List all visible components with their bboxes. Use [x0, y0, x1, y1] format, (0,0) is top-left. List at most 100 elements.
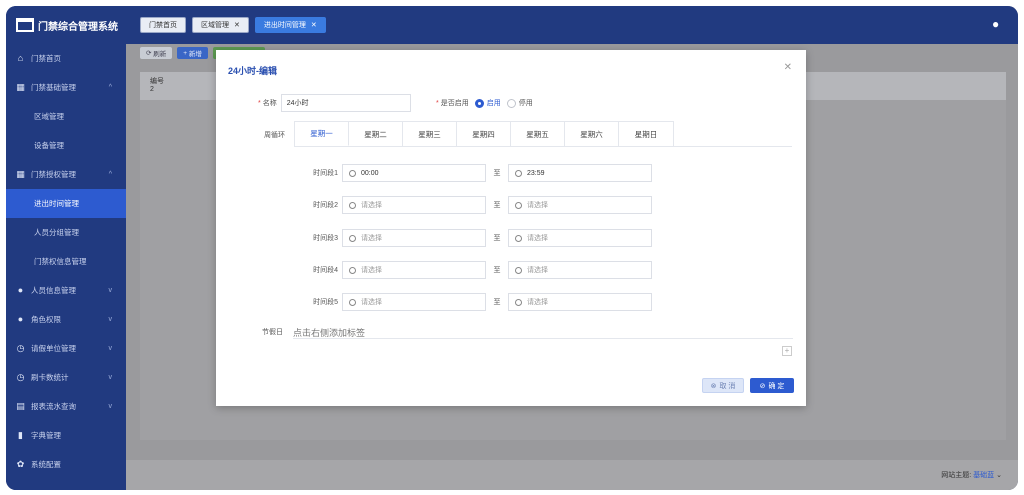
radio-enable-label[interactable]: 启用 [487, 98, 501, 108]
theme-label: 网站主题: [941, 472, 972, 479]
sidebar-item-basic[interactable]: ▦ 门禁基础管理 ^ [6, 73, 126, 102]
radio-enable[interactable] [474, 98, 484, 108]
end-time-picker[interactable]: 23:59 [508, 164, 652, 182]
sidebar-item-report[interactable]: ▤ 报表流水查询 v [6, 392, 126, 421]
cycle-label: 周循环 [264, 132, 285, 139]
start-time-picker[interactable]: 请选择 [342, 293, 486, 311]
to-label: 至 [493, 202, 501, 209]
radio-disable[interactable] [506, 98, 516, 108]
sidebar-item-label: 刷卡数统计 [31, 373, 69, 382]
tab-friday[interactable]: 星期五 [511, 122, 565, 146]
theme-switcher[interactable]: 网站主题: 基础蓝 ⌄ [941, 470, 1002, 480]
start-time-picker[interactable]: 00:00 [342, 164, 486, 182]
theme-value[interactable]: 基础蓝 [973, 472, 994, 479]
chevron-down-icon: v [108, 403, 113, 410]
sidebar-item-label: 系统配置 [31, 460, 61, 469]
sidebar-item-leave[interactable]: ◷ 请假单位管理 v [6, 334, 126, 363]
period-row-4: 时间段4 请选择 至 请选择 [302, 261, 652, 279]
holiday-label: 节假日 [262, 329, 283, 336]
tab-home[interactable]: 门禁首页 [140, 17, 186, 33]
divider [293, 338, 793, 339]
chevron-up-icon: ^ [108, 171, 112, 178]
sidebar: 门禁综合管理系统 ⌂ 门禁首页 ▦ 门禁基础管理 ^ 区域管理 设备管理 ▦ 门禁授权管… [6, 6, 126, 490]
sidebar-item-label: 区域管理 [34, 112, 64, 121]
end-time-picker[interactable]: 请选择 [508, 261, 652, 279]
required-mark: * [436, 99, 439, 107]
tab-area[interactable]: 区域管理 ✕ [192, 17, 249, 33]
start-time-value: 请选择 [361, 299, 382, 306]
clock-icon [349, 201, 356, 209]
period-row-1: 时间段1 00:00 至 23:59 [302, 164, 652, 182]
name-field[interactable]: 24小时 [280, 94, 411, 112]
gear-icon: ✿ [16, 459, 25, 469]
tab-sunday[interactable]: 星期日 [619, 122, 673, 146]
add-tag-button[interactable]: + [782, 346, 792, 356]
period-label: 时间段2 [313, 202, 338, 209]
sidebar-item-group[interactable]: 人员分组管理 [6, 218, 126, 247]
cancel-button[interactable]: ⊗ 取 消 [702, 378, 744, 393]
tab-saturday[interactable]: 星期六 [565, 122, 619, 146]
sidebar-item-label: 报表流水查询 [31, 402, 76, 411]
tab-tuesday[interactable]: 星期二 [349, 122, 403, 146]
start-time-picker[interactable]: 请选择 [342, 261, 486, 279]
chart-icon: ▤ [16, 401, 25, 411]
home-icon: ⌂ [17, 53, 24, 63]
start-time-picker[interactable]: 请选择 [342, 229, 486, 247]
end-time-picker[interactable]: 请选择 [508, 229, 652, 247]
sidebar-item-area[interactable]: 区域管理 [6, 102, 126, 131]
add-label: 新增 [188, 51, 202, 58]
grid-icon: ▦ [16, 169, 25, 179]
app-title: 门禁综合管理系统 [38, 21, 118, 33]
sidebar-item-home[interactable]: ⌂ 门禁首页 [6, 44, 126, 73]
sidebar-item-stats[interactable]: ◷ 刷卡数统计 v [6, 363, 126, 392]
chevron-down-icon: v [108, 345, 113, 352]
radio-disable-label[interactable]: 停用 [519, 98, 533, 108]
sidebar-item-config[interactable]: ✿ 系统配置 [6, 450, 126, 479]
sidebar-item-label: 门禁授权管理 [31, 170, 76, 179]
sidebar-item-role[interactable]: ● 角色权限 v [6, 305, 126, 334]
tab-thursday[interactable]: 星期四 [457, 122, 511, 146]
close-icon[interactable]: ✕ [784, 62, 792, 73]
tab-monday[interactable]: 星期一 [295, 122, 349, 146]
clock-icon [515, 298, 522, 306]
edit-dialog: 24小时-编辑 ✕ * 名称 24小时 * 是否启用 启用 停用 周循环 星期一… [216, 50, 806, 406]
tab-time[interactable]: 进出时间管理 ✕ [254, 17, 326, 33]
clock-icon [349, 169, 356, 177]
sidebar-item-perm-info[interactable]: 门禁权信息管理 [6, 247, 126, 276]
sidebar-item-dict[interactable]: ▮ 字典管理 [6, 421, 126, 450]
grid-icon: ▦ [16, 82, 25, 92]
chevron-down-icon: v [108, 316, 113, 323]
clock-icon [515, 266, 522, 274]
name-row: * 名称 24小时 * 是否启用 启用 停用 [258, 94, 778, 112]
divider [294, 146, 792, 147]
sidebar-item-device[interactable]: 设备管理 [6, 131, 126, 160]
confirm-button[interactable]: ⊘ 确 定 [750, 378, 794, 393]
sidebar-item-label: 门禁首页 [31, 54, 61, 63]
tab-label: 门禁首页 [149, 22, 177, 29]
end-time-picker[interactable]: 请选择 [508, 293, 652, 311]
book-icon: ▮ [18, 430, 23, 440]
app-brand[interactable]: 门禁综合管理系统 [6, 6, 126, 44]
end-time-picker[interactable]: 请选择 [508, 196, 652, 214]
refresh-button[interactable]: ⟳ 刷新 [140, 47, 173, 59]
to-label: 至 [493, 170, 501, 177]
clock-icon [515, 201, 522, 209]
sidebar-item-auth[interactable]: ▦ 门禁授权管理 ^ [6, 160, 126, 189]
start-time-picker[interactable]: 请选择 [342, 196, 486, 214]
sidebar-item-label: 请假单位管理 [31, 344, 76, 353]
user-icon[interactable]: ● [992, 18, 1004, 30]
end-time-value: 请选择 [527, 235, 548, 242]
add-button[interactable]: + 新增 [177, 47, 208, 59]
logo-icon [16, 18, 34, 32]
sidebar-item-person[interactable]: ● 人员信息管理 v [6, 276, 126, 305]
chevron-down-icon: v [108, 287, 113, 294]
to-label: 至 [493, 235, 501, 242]
tab-wednesday[interactable]: 星期三 [403, 122, 457, 146]
close-icon[interactable]: ✕ [234, 21, 240, 29]
sidebar-item-time[interactable]: 进出时间管理 [6, 189, 126, 218]
tab-label: 进出时间管理 [263, 22, 306, 29]
close-icon[interactable]: ✕ [311, 21, 317, 29]
footer: 网站主题: 基础蓝 ⌄ [126, 460, 1018, 490]
to-label: 至 [493, 299, 501, 306]
clock-icon [515, 234, 522, 242]
